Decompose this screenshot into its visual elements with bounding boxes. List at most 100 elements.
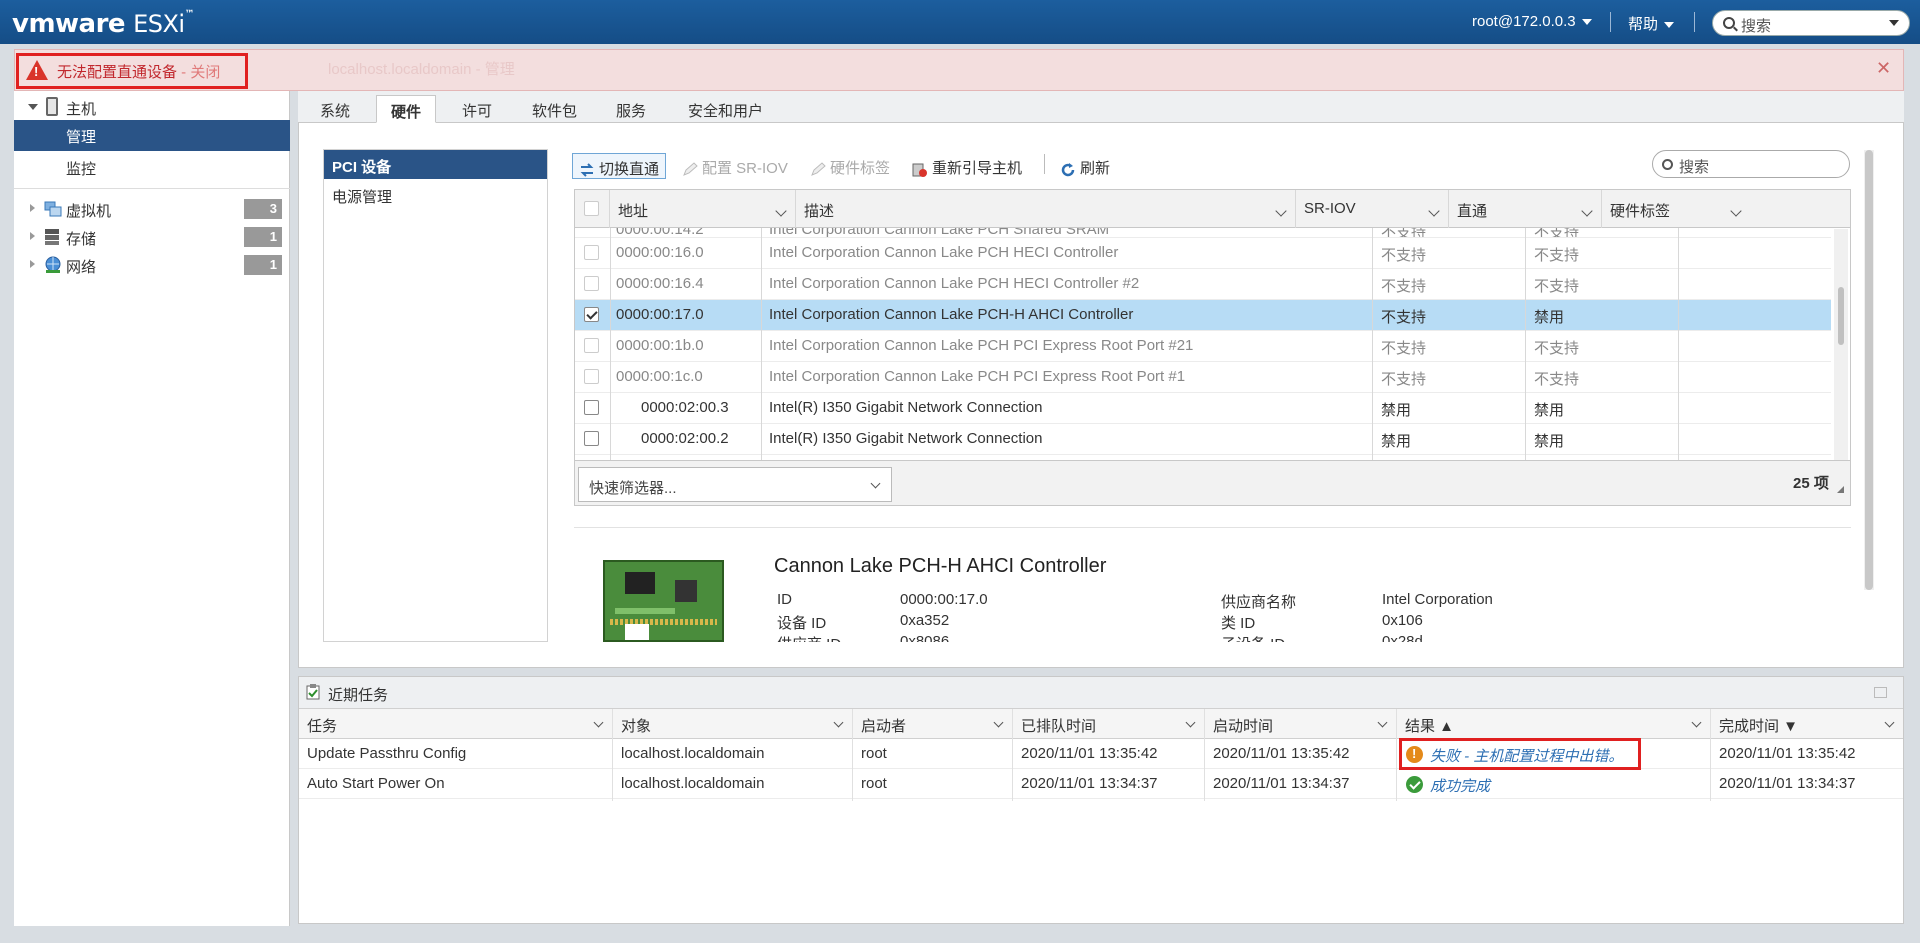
alert-close-link[interactable]: - 关闭 bbox=[177, 64, 220, 81]
passthrough-cell: 不支持 bbox=[1534, 340, 1580, 357]
sriov-cell: 禁用 bbox=[1381, 402, 1412, 419]
select-all-checkbox[interactable] bbox=[584, 201, 599, 216]
column-divider bbox=[1372, 228, 1373, 460]
table-row[interactable]: 0000:02:00.3 Intel(R) I350 Gigabit Netwo… bbox=[575, 393, 1831, 424]
column-task[interactable]: 任务 bbox=[299, 709, 613, 739]
row-checkbox[interactable] bbox=[584, 369, 599, 384]
toggle-passthrough-button[interactable]: 切换直通 bbox=[572, 153, 667, 179]
tab-services[interactable]: 服务 bbox=[602, 95, 660, 123]
scrollbar-thumb[interactable] bbox=[1838, 287, 1844, 345]
chevron-down-icon[interactable] bbox=[1730, 205, 1742, 217]
column-hardware-label[interactable]: 硬件标签 bbox=[1602, 190, 1750, 228]
tab-packages[interactable]: 软件包 bbox=[518, 95, 591, 123]
hw-nav-pci-devices[interactable]: PCI 设备 bbox=[324, 150, 547, 179]
tab-system[interactable]: 系统 bbox=[306, 95, 364, 123]
recent-tasks-header bbox=[299, 677, 1903, 709]
sidebar-item-vms[interactable]: 虚拟机 3 bbox=[14, 195, 290, 223]
task-row[interactable]: Update Passthru Config localhost.localdo… bbox=[299, 739, 1903, 769]
user-label: root@172.0.0.3 bbox=[1472, 13, 1576, 30]
global-search-input[interactable]: 搜索 bbox=[1712, 10, 1910, 36]
configure-sriov-button[interactable]: 配置 SR-IOV bbox=[682, 153, 788, 179]
chevron-down-icon[interactable] bbox=[993, 717, 1004, 728]
chevron-down-icon[interactable] bbox=[1185, 717, 1196, 728]
row-checkbox[interactable] bbox=[584, 431, 599, 446]
sidebar-item-storage[interactable]: 存储 1 bbox=[14, 223, 290, 251]
quick-filter-label: 快速筛选器... bbox=[589, 480, 677, 497]
row-checkbox[interactable] bbox=[584, 276, 599, 291]
sidebar-item-host[interactable]: 主机 bbox=[14, 93, 290, 121]
collapse-icon[interactable] bbox=[28, 104, 38, 110]
resize-handle-icon[interactable] bbox=[1837, 486, 1844, 493]
search-placeholder: 搜索 bbox=[1741, 18, 1772, 35]
column-started[interactable]: 启动时间 bbox=[1205, 709, 1397, 739]
column-description[interactable]: 描述 bbox=[796, 190, 1296, 228]
column-divider bbox=[610, 228, 611, 460]
refresh-button[interactable]: 刷新 bbox=[1060, 153, 1110, 179]
chevron-down-icon[interactable] bbox=[593, 717, 604, 728]
field-label: 供应商 ID bbox=[777, 633, 841, 642]
row-checkbox[interactable] bbox=[584, 400, 599, 415]
column-result[interactable]: 结果 ▲ bbox=[1397, 709, 1711, 739]
select-all-column[interactable] bbox=[575, 190, 610, 228]
row-checkbox[interactable] bbox=[584, 245, 599, 260]
chevron-down-icon[interactable] bbox=[775, 205, 787, 217]
panel-scrollbar[interactable] bbox=[1864, 150, 1874, 590]
pci-search-input[interactable]: 搜索 bbox=[1652, 150, 1850, 178]
chevron-down-icon[interactable] bbox=[1691, 717, 1702, 728]
table-row[interactable]: 0000:00:16.4 Intel Corporation Cannon La… bbox=[575, 269, 1831, 300]
chevron-down-icon[interactable] bbox=[1275, 205, 1287, 217]
address-cell: 0000:00:1b.0 bbox=[616, 337, 704, 354]
table-row[interactable]: 0000:00:1c.0 Intel Corporation Cannon La… bbox=[575, 362, 1831, 393]
column-completed[interactable]: 完成时间 ▼ bbox=[1711, 709, 1903, 739]
chevron-down-icon[interactable] bbox=[1428, 205, 1440, 217]
user-menu[interactable]: root@172.0.0.3 bbox=[1472, 13, 1592, 30]
column-address[interactable]: 地址 bbox=[610, 190, 796, 228]
search-icon bbox=[1662, 159, 1673, 170]
passthrough-cell: 禁用 bbox=[1534, 402, 1565, 419]
sidebar-item-manage[interactable]: 管理 bbox=[14, 120, 290, 151]
quick-filter-select[interactable]: 快速筛选器... bbox=[578, 467, 892, 502]
expand-icon[interactable] bbox=[30, 204, 35, 212]
expand-icon[interactable] bbox=[30, 260, 35, 268]
column-initiator[interactable]: 启动者 bbox=[853, 709, 1013, 739]
table-row-selected[interactable]: 0000:00:17.0 Intel Corporation Cannon La… bbox=[575, 300, 1831, 331]
scrollbar-thumb[interactable] bbox=[1865, 150, 1873, 590]
chevron-down-icon[interactable] bbox=[1889, 20, 1899, 26]
help-menu[interactable]: 帮助 bbox=[1628, 13, 1675, 34]
table-scrollbar[interactable] bbox=[1834, 229, 1848, 460]
table-row[interactable]: 0000:00:14.2 Intel Corporation Cannon La… bbox=[575, 228, 1831, 238]
sriov-cell: 不支持 bbox=[1381, 371, 1427, 388]
column-label: 启动时间 bbox=[1213, 718, 1274, 735]
table-row[interactable]: 0000:00:1b.0 Intel Corporation Cannon La… bbox=[575, 331, 1831, 362]
result-cell[interactable]: 成功完成 bbox=[1430, 775, 1490, 796]
column-target[interactable]: 对象 bbox=[613, 709, 853, 739]
sidebar-item-monitor[interactable]: 监控 bbox=[14, 153, 290, 181]
table-row[interactable]: 0000:02:00.2 Intel(R) I350 Gigabit Netwo… bbox=[575, 424, 1831, 455]
column-sriov[interactable]: SR-IOV bbox=[1296, 190, 1449, 228]
row-checkbox[interactable] bbox=[584, 307, 599, 322]
sidebar-item-network[interactable]: 网络 1 bbox=[14, 251, 290, 279]
address-cell: 0000:00:14.2 bbox=[616, 228, 704, 238]
chevron-down-icon[interactable] bbox=[1884, 717, 1895, 728]
column-queued[interactable]: 已排队时间 bbox=[1013, 709, 1205, 739]
tab-licensing[interactable]: 许可 bbox=[448, 95, 506, 123]
tab-security-users[interactable]: 安全和用户 bbox=[674, 95, 777, 123]
hardware-label-button[interactable]: 硬件标签 bbox=[810, 153, 890, 179]
close-icon[interactable]: ✕ bbox=[1876, 58, 1891, 79]
hw-nav-power-management[interactable]: 电源管理 bbox=[324, 180, 547, 209]
table-row[interactable]: 0000:00:16.0 Intel Corporation Cannon La… bbox=[575, 238, 1831, 269]
row-checkbox[interactable] bbox=[584, 338, 599, 353]
item-count: 25 项 bbox=[1793, 475, 1829, 492]
minimize-icon[interactable] bbox=[1874, 687, 1887, 698]
description-cell: Intel Corporation Cannon Lake PCH HECI C… bbox=[769, 275, 1140, 292]
expand-icon[interactable] bbox=[30, 232, 35, 240]
column-passthrough[interactable]: 直通 bbox=[1449, 190, 1602, 228]
chevron-down-icon[interactable] bbox=[833, 717, 844, 728]
reboot-host-button[interactable]: 重新引导主机 bbox=[912, 153, 1022, 179]
tab-hardware[interactable]: 硬件 bbox=[376, 95, 437, 123]
toolbar-label: 配置 SR-IOV bbox=[702, 160, 788, 177]
chevron-down-icon[interactable] bbox=[1581, 205, 1593, 217]
task-row[interactable]: Auto Start Power On localhost.localdomai… bbox=[299, 769, 1903, 799]
chevron-down-icon[interactable] bbox=[1377, 717, 1388, 728]
pci-card-image bbox=[603, 560, 724, 642]
